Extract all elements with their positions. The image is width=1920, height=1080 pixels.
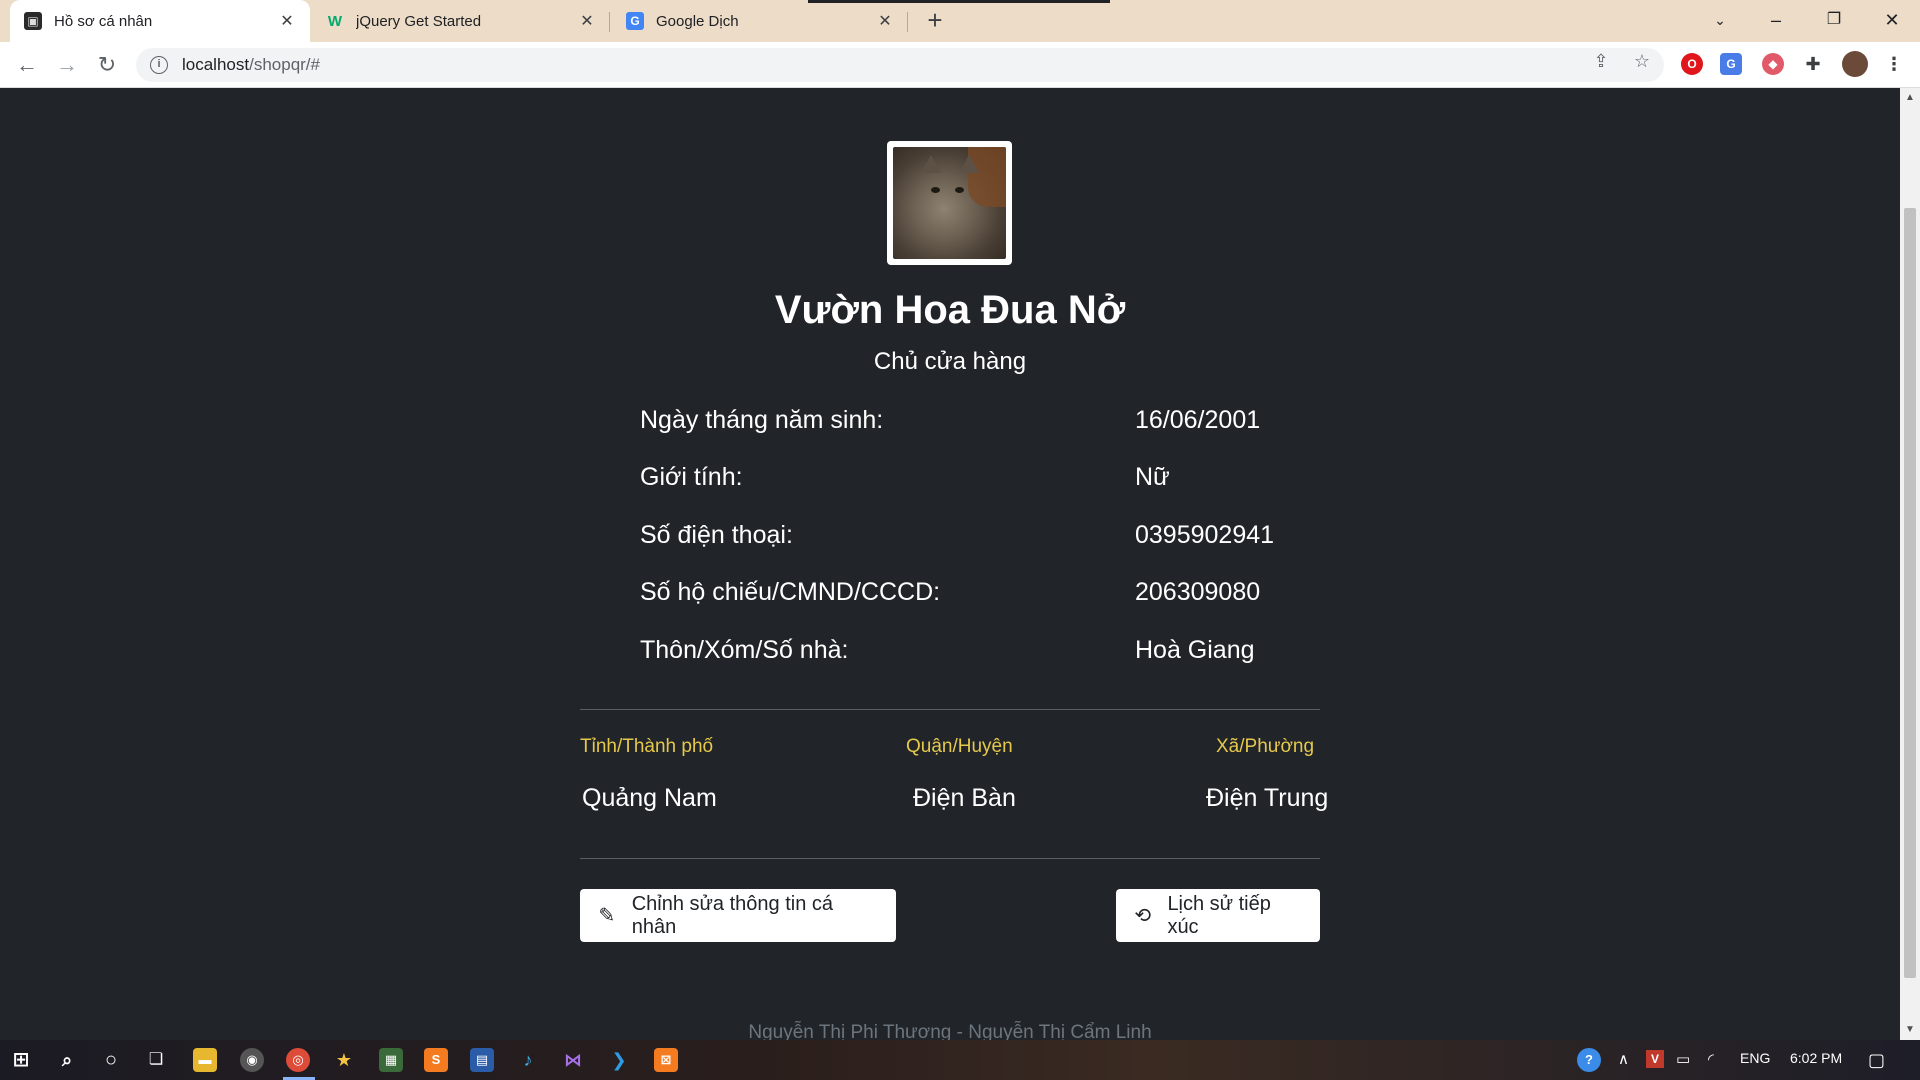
- language-indicator[interactable]: ENG: [1740, 1050, 1770, 1066]
- phone-value: 0395902941: [1135, 521, 1275, 549]
- profile-avatar-image: [887, 141, 1012, 265]
- tab-separator: [907, 12, 908, 32]
- database-app-icon[interactable]: ▤: [470, 1048, 494, 1072]
- ward-value: Điện Trung: [1206, 784, 1329, 812]
- tab-jquery-get-started[interactable]: W jQuery Get Started ✕: [312, 0, 610, 42]
- address-value: Hoà Giang: [1135, 636, 1255, 664]
- tab-separator: [609, 12, 610, 32]
- windows-taskbar: ⊞ ⌕ ○ ❏ ▬ ◉ ◎ ★ ▦ S ▤ ♪ ⋈ ❯ ⊠ ? ∧ V ▭ ◜ …: [0, 1040, 1920, 1080]
- menu-kebab-icon[interactable]: ⋮: [1883, 53, 1905, 75]
- profile-avatar[interactable]: [1842, 51, 1868, 77]
- contact-history-button[interactable]: ⟲ Lịch sử tiếp xúc: [1116, 889, 1320, 942]
- edit-profile-label: Chỉnh sửa thông tin cá nhân: [631, 892, 834, 938]
- scrollbar-thumb[interactable]: [1904, 208, 1916, 978]
- browser-toolbar: ← → ↻ i localhost /shopqr/# ⇪ ☆ O G ◆ ✚ …: [0, 42, 1920, 88]
- tab-search-button[interactable]: ⌄: [1692, 0, 1748, 42]
- gender-value: Nữ: [1135, 463, 1170, 491]
- clock[interactable]: 6:02 PM: [1790, 1050, 1842, 1066]
- minimize-button[interactable]: –: [1748, 0, 1804, 42]
- media-app-icon[interactable]: ◉: [240, 1048, 264, 1072]
- shield-extension-icon[interactable]: ◆: [1762, 53, 1784, 75]
- tab-title: Google Dịch: [656, 12, 739, 30]
- forward-button[interactable]: →: [52, 50, 82, 80]
- sublime-icon[interactable]: S: [424, 1048, 448, 1072]
- district-value: Điện Bàn: [913, 784, 1016, 812]
- teams-dev-icon[interactable]: ♪: [516, 1048, 540, 1072]
- footer-authors: Nguyễn Thị Phi Thương - Nguyễn Thị Cẩm L…: [748, 1022, 1152, 1040]
- tab-google-dich[interactable]: G Google Dịch ✕: [612, 0, 908, 42]
- profile-name: Vườn Hoa Đua Nở: [774, 288, 1126, 332]
- section-divider: [580, 709, 1320, 710]
- tab-close-icon[interactable]: ✕: [876, 11, 894, 31]
- district-label: Quận/Huyện: [906, 736, 1013, 757]
- province-label: Tỉnh/Thành phố: [580, 736, 714, 757]
- tab-ho-so-ca-nhan[interactable]: ▣ Hồ sơ cá nhân ✕: [10, 0, 310, 42]
- notifications-icon[interactable]: ▢: [1868, 1050, 1885, 1071]
- ward-label: Xã/Phường: [1216, 736, 1315, 757]
- file-explorer-icon[interactable]: ▬: [193, 1048, 217, 1072]
- url-host: localhost: [182, 55, 250, 74]
- address-bar[interactable]: i localhost /shopqr/#: [136, 48, 1664, 82]
- w3schools-icon: W: [327, 12, 343, 30]
- province-value: Quảng Nam: [582, 784, 717, 812]
- cat-photo: [893, 147, 1006, 259]
- address-label: Thôn/Xóm/Số nhà:: [640, 636, 849, 664]
- site-info-icon[interactable]: i: [150, 56, 168, 74]
- star-app-icon[interactable]: ★: [332, 1048, 356, 1072]
- task-view-icon[interactable]: ❏: [144, 1048, 168, 1072]
- help-icon[interactable]: ?: [1577, 1048, 1601, 1072]
- calculator-icon[interactable]: ▦: [379, 1048, 403, 1072]
- share-icon[interactable]: ⇪: [1590, 50, 1612, 72]
- shopqr-favicon-icon: ▣: [24, 12, 42, 30]
- close-window-button[interactable]: ✕: [1864, 0, 1920, 42]
- browser-tab-strip: ▣ Hồ sơ cá nhân ✕ W jQuery Get Started ✕…: [0, 0, 1920, 42]
- tab-close-icon[interactable]: ✕: [278, 11, 296, 31]
- chrome-icon[interactable]: ◎: [286, 1048, 310, 1072]
- xampp-icon[interactable]: ⊠: [654, 1048, 678, 1072]
- tray-overflow-icon[interactable]: ∧: [1618, 1050, 1629, 1068]
- edit-profile-button[interactable]: ✎ Chỉnh sửa thông tin cá nhân: [580, 889, 896, 942]
- tab-close-icon[interactable]: ✕: [578, 11, 596, 31]
- section-divider: [580, 858, 1320, 859]
- reload-button[interactable]: ↻: [92, 50, 122, 80]
- cortana-icon[interactable]: ○: [99, 1048, 123, 1072]
- puzzle-extensions-icon[interactable]: ✚: [1802, 53, 1824, 75]
- profile-page: Vườn Hoa Đua Nở Chủ cửa hàng Ngày tháng …: [0, 88, 1900, 1040]
- search-icon[interactable]: ⌕: [55, 1048, 79, 1072]
- vscode-icon[interactable]: ❯: [607, 1048, 631, 1072]
- tab-title: Hồ sơ cá nhân: [54, 12, 153, 30]
- contact-history-label: Lịch sử tiếp xúc: [1167, 892, 1271, 938]
- antivirus-tray-icon[interactable]: V: [1646, 1050, 1664, 1068]
- restore-button[interactable]: ❐: [1806, 0, 1862, 42]
- google-translate-icon: G: [626, 12, 644, 30]
- new-tab-button[interactable]: +: [920, 6, 950, 36]
- scroll-down-arrow-icon[interactable]: ▼: [1900, 1024, 1920, 1035]
- windows-start-icon[interactable]: ⊞: [9, 1048, 33, 1072]
- wifi-icon[interactable]: ◜: [1708, 1050, 1714, 1068]
- id-number-label: Số hộ chiếu/CMND/CCCD:: [640, 578, 941, 606]
- dob-label: Ngày tháng năm sinh:: [640, 406, 884, 434]
- id-number-value: 206309080: [1135, 578, 1261, 606]
- phone-label: Số điện thoại:: [640, 521, 793, 549]
- dob-value: 16/06/2001: [1135, 406, 1261, 434]
- visual-studio-icon[interactable]: ⋈: [561, 1048, 585, 1072]
- page-scrollbar[interactable]: ▲ ▼: [1900, 88, 1920, 1040]
- bookmark-star-icon[interactable]: ☆: [1631, 50, 1653, 72]
- profile-role: Chủ cửa hàng: [873, 348, 1027, 375]
- pencil-icon: ✎: [598, 904, 616, 927]
- gender-label: Giới tính:: [640, 463, 743, 491]
- opera-extension-icon[interactable]: O: [1681, 53, 1703, 75]
- history-icon: ⟲: [1134, 904, 1152, 927]
- battery-icon[interactable]: ▭: [1676, 1050, 1690, 1068]
- url-path: /shopqr/#: [249, 55, 320, 74]
- scroll-up-arrow-icon[interactable]: ▲: [1900, 92, 1920, 103]
- tab-title: jQuery Get Started: [356, 12, 482, 30]
- back-button[interactable]: ←: [12, 50, 42, 80]
- translate-extension-icon[interactable]: G: [1720, 53, 1742, 75]
